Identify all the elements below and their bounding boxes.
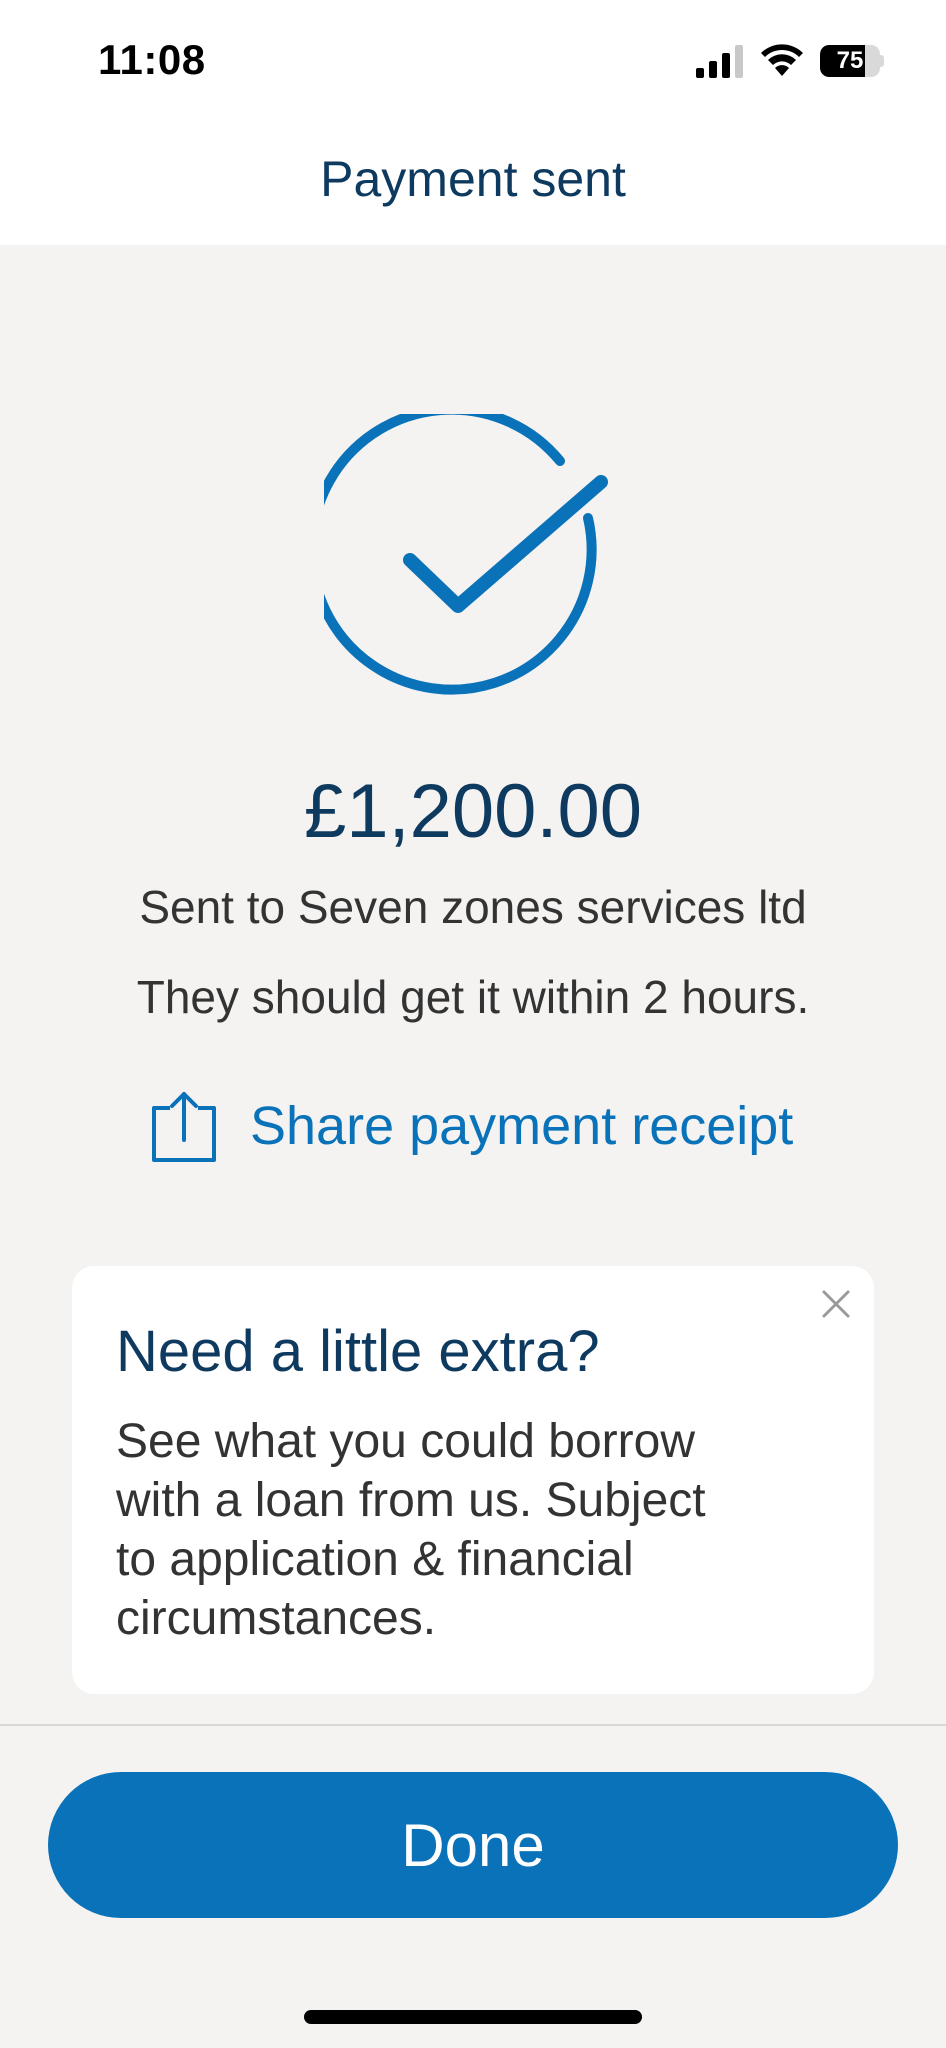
- payment-amount: £1,200.00: [303, 769, 643, 854]
- wifi-icon: [761, 44, 803, 76]
- header: Payment sent: [0, 120, 946, 245]
- promo-title: Need a little extra?: [116, 1319, 600, 1384]
- footer-divider: [0, 1724, 946, 1726]
- status-time: 11:08: [98, 36, 206, 83]
- share-receipt-link[interactable]: Share payment receipt: [148, 1090, 793, 1162]
- status-icons: 75: [694, 44, 884, 78]
- signal-icon: [696, 45, 743, 78]
- promo-body: See what you could borrow with a loan fr…: [116, 1415, 706, 1645]
- loan-promo-card[interactable]: Need a little extra? See what you could …: [72, 1266, 874, 1694]
- battery-icon: 75: [820, 45, 884, 77]
- close-icon[interactable]: [816, 1284, 856, 1324]
- battery-level: 75: [836, 47, 864, 74]
- eta-text: They should get it within 2 hours.: [136, 971, 810, 1023]
- done-button[interactable]: Done: [48, 1772, 898, 1918]
- check-circle-icon: [324, 414, 608, 695]
- status-bar: 11:08 75: [0, 0, 946, 120]
- recipient-text: Sent to Seven zones services ltd: [139, 881, 807, 933]
- page-title: Payment sent: [320, 151, 626, 207]
- share-receipt-label: Share payment receipt: [250, 1096, 794, 1156]
- home-indicator[interactable]: [304, 2010, 642, 2024]
- share-icon: [152, 1092, 216, 1162]
